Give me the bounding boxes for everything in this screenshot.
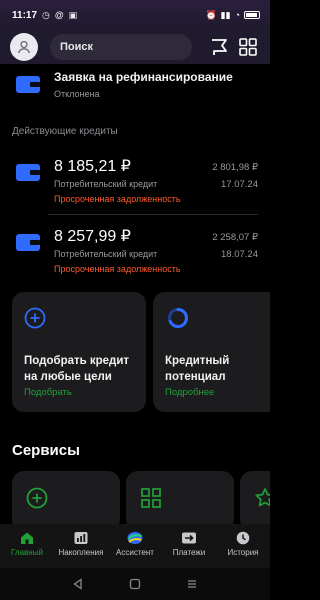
loans-section-label: Действующие кредиты <box>12 126 118 137</box>
wifi-icon: ◔ <box>234 10 240 20</box>
main-content[interactable]: Заявка на рефинансирование Отклонена Дей… <box>0 64 270 524</box>
system-nav-bar <box>0 568 270 600</box>
loading-ring-icon <box>168 308 188 328</box>
service-tile[interactable] <box>12 471 120 524</box>
services-title: Сервисы <box>12 442 80 459</box>
bottom-nav: Главный Накопления Ассистент Платежи Ист… <box>0 524 270 568</box>
nav-label: Ассистент <box>116 548 154 557</box>
loan-item[interactable]: 8 185,21 ₽ Потребительский кредит Просро… <box>0 156 270 226</box>
service-tile[interactable] <box>240 471 270 524</box>
plus-circle-icon <box>26 487 48 509</box>
nav-history[interactable]: История <box>216 531 270 557</box>
loan-amount: 8 185,21 ₽ <box>54 158 131 175</box>
back-icon[interactable] <box>72 578 84 590</box>
tile-title-line: потенциал <box>165 371 226 383</box>
loan-item[interactable]: 8 257,99 ₽ Потребительский кредит Просро… <box>0 226 270 296</box>
grid-icon <box>141 488 161 508</box>
top-header: Поиск <box>0 30 270 64</box>
tile-title: Кредитный потенциал <box>165 353 229 385</box>
nav-label: Главный <box>11 548 43 557</box>
chart-icon <box>74 532 88 544</box>
status-bar: 11:17 ◷ @ ▣ ⏰ ▮▮ ◔ <box>0 0 270 30</box>
transfer-icon <box>182 532 196 544</box>
grid-icon[interactable] <box>238 37 258 57</box>
card-icon <box>16 76 40 93</box>
clock-icon <box>236 531 250 545</box>
loan-type: Потребительский кредит <box>54 179 158 189</box>
status-time: 11:17 <box>12 9 38 21</box>
pick-link[interactable]: Подобрать <box>24 387 72 398</box>
battery-icon <box>244 11 260 19</box>
person-icon <box>17 40 31 54</box>
card-icon <box>16 164 40 181</box>
loan-type: Потребительский кредит <box>54 249 158 259</box>
card-icon <box>16 234 40 251</box>
tile-title-line: Кредитный <box>165 355 230 367</box>
divider <box>48 214 258 215</box>
refinance-title: Заявка на рефинансирование <box>54 70 233 84</box>
home-button-icon[interactable] <box>129 578 141 590</box>
sim-icon: ▣ <box>68 9 78 20</box>
tile-title: Подобрать кредит на любые цели <box>24 353 129 385</box>
loan-amount: 8 257,99 ₽ <box>54 228 131 245</box>
loan-overdue-warning: Просроченная задолженность <box>54 194 181 204</box>
assistant-icon <box>127 532 143 544</box>
alarm-icon: ⏰ <box>205 9 217 20</box>
loan-payment: 2 801,98 ₽ <box>212 162 258 173</box>
clock-icon: ◷ <box>42 9 50 20</box>
search-placeholder: Поиск <box>60 41 94 53</box>
pick-credit-tile[interactable]: Подобрать кредит на любые цели Подобрать <box>12 292 146 412</box>
signal-icon: ▮▮ <box>220 9 231 20</box>
avatar[interactable] <box>10 33 38 61</box>
status-right: ⏰ ▮▮ ◔ <box>205 10 260 21</box>
nav-label: Накопления <box>58 548 104 557</box>
menu-icon[interactable] <box>186 578 198 590</box>
tile-title-line: на любые цели <box>24 371 112 383</box>
refinance-status: Отклонена <box>54 89 100 99</box>
loan-date: 18.07.24 <box>221 249 258 260</box>
flag-icon[interactable] <box>209 37 229 57</box>
nav-payments[interactable]: Платежи <box>162 531 216 557</box>
home-icon <box>21 532 33 544</box>
loan-overdue-warning: Просроченная задолженность <box>54 264 181 274</box>
status-left: 11:17 ◷ @ ▣ <box>12 10 77 21</box>
loan-payment: 2 258,07 ₽ <box>212 232 258 243</box>
nav-label: Платежи <box>172 548 206 557</box>
at-icon: @ <box>54 10 64 20</box>
search-input[interactable]: Поиск <box>50 34 192 60</box>
nav-savings[interactable]: Накопления <box>54 531 108 557</box>
nav-label: История <box>227 548 259 557</box>
service-tile[interactable] <box>126 471 234 524</box>
plus-circle-icon <box>24 307 46 329</box>
nav-assistant[interactable]: Ассистент <box>108 531 162 557</box>
details-link[interactable]: Подробнее <box>165 387 214 398</box>
star-icon <box>255 488 270 507</box>
loan-date: 17.07.24 <box>221 179 258 190</box>
nav-home[interactable]: Главный <box>0 531 54 557</box>
credit-potential-tile[interactable]: Кредитный потенциал Подробнее <box>153 292 270 412</box>
tile-title-line: Подобрать кредит <box>24 355 130 367</box>
